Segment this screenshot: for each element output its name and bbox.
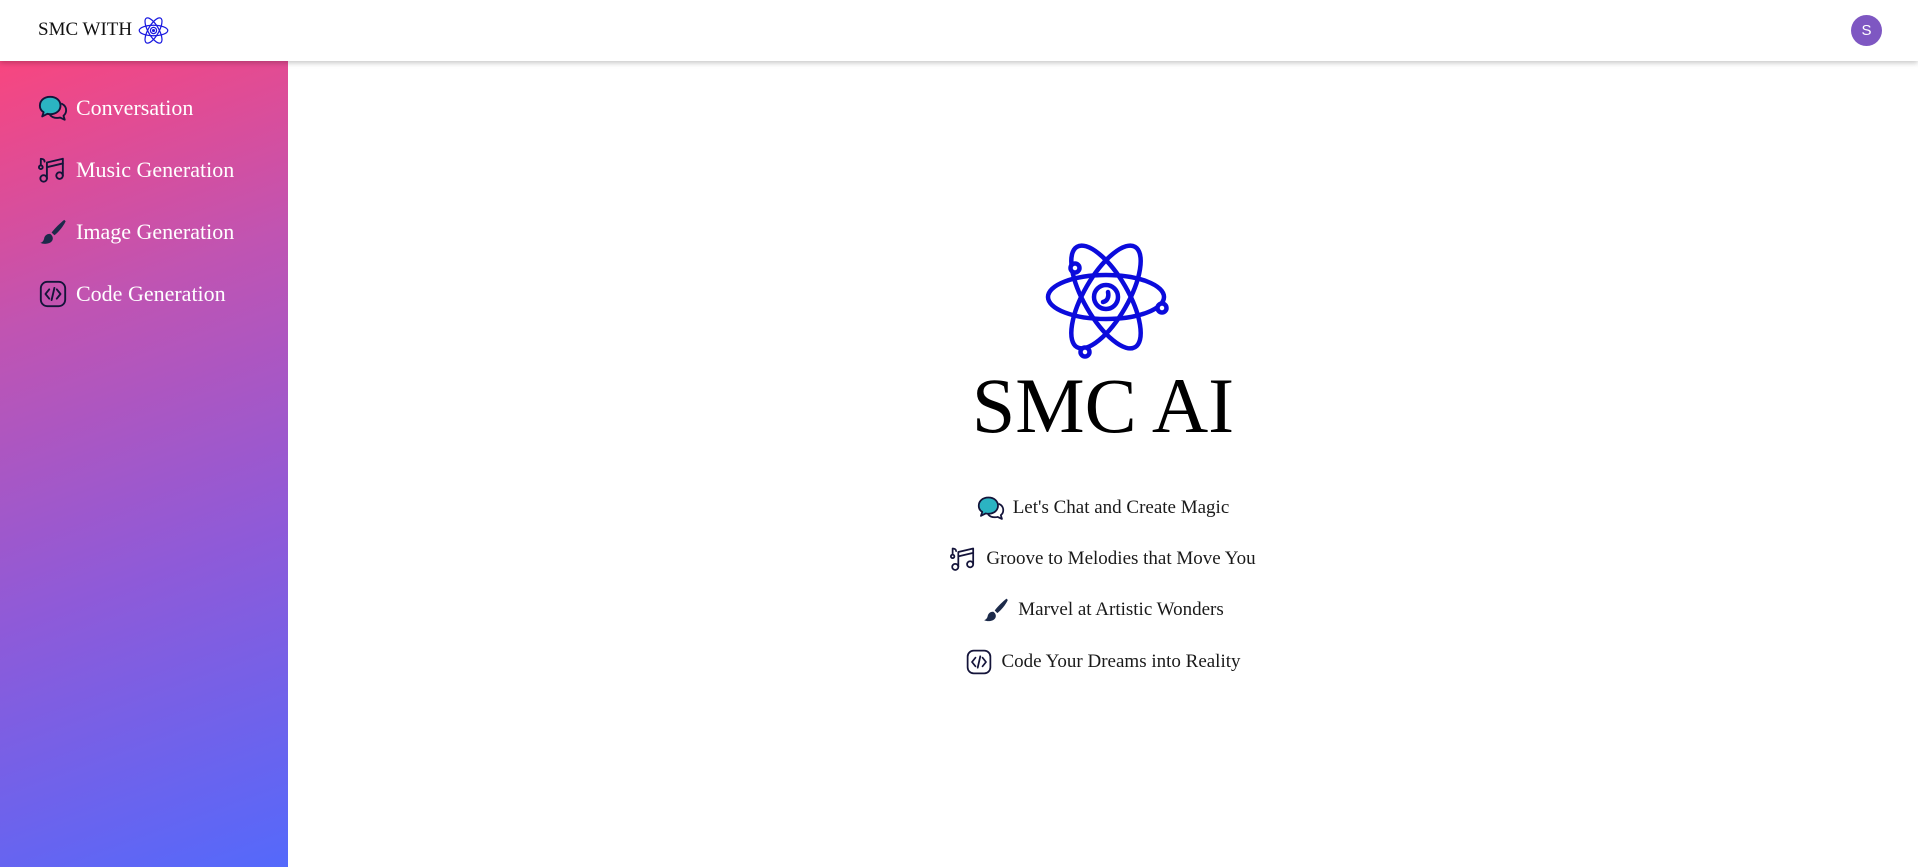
feature-chat: Let's Chat and Create Magic [288,491,1918,525]
feature-text: Let's Chat and Create Magic [1012,497,1230,518]
sidebar-item-code-generation[interactable]: Code Generation [38,277,226,311]
page-title: SMC AI [971,362,1235,449]
feature-image: Marvel at Artistic Wonders [288,593,1918,627]
paintbrush-icon [38,217,68,247]
main-content: SMC AI Let's Chat and Create Magic Groov… [288,61,1918,867]
sidebar-item-label: Music Generation [76,157,235,182]
code-icon [38,279,68,309]
music-notes-icon [950,545,978,573]
feature-text: Marvel at Artistic Wonders [1018,599,1224,620]
sidebar-item-image-generation[interactable]: Image Generation [38,215,234,249]
feature-code: Code Your Dreams into Reality [288,645,1918,679]
chat-bubbles-icon [977,494,1005,522]
sidebar-item-label: Conversation [76,95,194,120]
sidebar-item-label: Image Generation [76,219,235,244]
feature-text: Groove to Melodies that Move You [986,548,1256,569]
brand-link[interactable]: SMC WITH [38,12,169,48]
sidebar-item-music-generation[interactable]: Music Generation [38,153,234,187]
avatar[interactable]: S [1851,15,1882,46]
top-bar: SMC WITH S [0,0,1918,61]
atom-icon [138,15,169,46]
sidebar-item-label: Code Generation [76,281,226,306]
feature-music: Groove to Melodies that Move You [288,542,1918,576]
brand-text: SMC WITH [38,19,133,40]
paintbrush-icon [982,596,1010,624]
sidebar-item-conversation[interactable]: Conversation [38,91,193,125]
atom-logo-icon [1045,243,1169,359]
music-notes-icon [38,155,68,185]
feature-text: Code Your Dreams into Reality [1001,651,1241,672]
chat-bubbles-icon [38,93,68,123]
code-icon [965,648,993,676]
sidebar: Conversation Music Generation Image Gene… [0,61,288,867]
